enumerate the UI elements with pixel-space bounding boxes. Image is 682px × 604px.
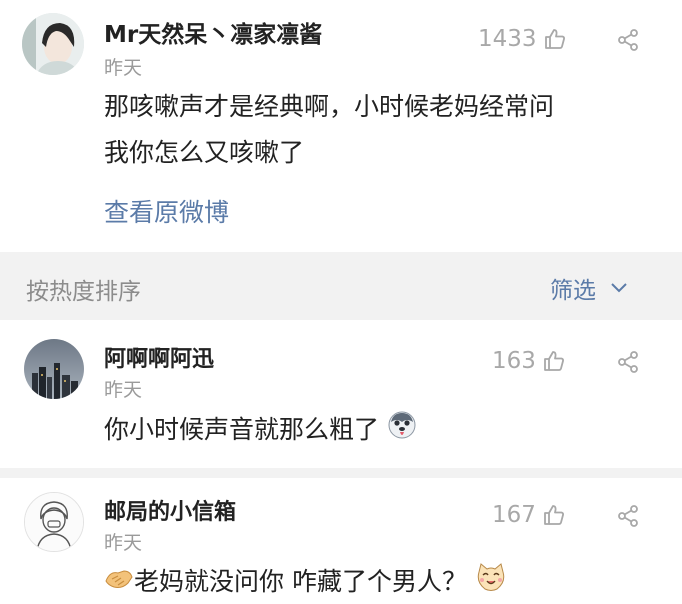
like-count: 163 <box>492 348 536 374</box>
avatar[interactable] <box>24 339 84 399</box>
original-post: Mr天然呆丶凛家凛酱 昨天 1433 那咳嗽声才是经典啊，小时候老妈经常问 我你… <box>0 0 682 252</box>
share-icon[interactable] <box>616 28 640 56</box>
like-count: 167 <box>492 502 536 528</box>
post-text-line: 那咳嗽声才是经典啊，小时候老妈经常问 <box>104 92 555 121</box>
comment-text: 老妈就没问你 咋藏了个男人？ <box>134 567 467 596</box>
comment-text: 你小时候声音就那么粗了 <box>104 415 380 444</box>
thumbs-up-icon <box>544 505 564 525</box>
avatar[interactable] <box>24 492 84 552</box>
share-icon[interactable] <box>616 350 640 378</box>
thumbs-up-icon <box>544 351 564 371</box>
comment-username[interactable]: 邮局的小信箱 <box>104 494 236 526</box>
chevron-down-icon <box>611 283 627 293</box>
sort-bar: 按热度排序 筛选 <box>0 252 682 320</box>
sort-by-popularity[interactable]: 按热度排序 <box>26 272 141 306</box>
post-text: 那咳嗽声才是经典啊，小时候老妈经常问 我你怎么又咳嗽了 <box>104 84 554 176</box>
comment-text-row: 你小时候声音就那么粗了 <box>104 410 417 452</box>
like-button[interactable]: 163 <box>492 348 566 374</box>
comment-time: 昨天 <box>104 379 143 401</box>
like-count: 1433 <box>478 26 537 52</box>
comment-text-row: 老妈就没问你 咋藏了个男人？ <box>104 562 507 604</box>
thumbs-up-icon <box>544 29 565 49</box>
divider <box>0 468 682 478</box>
filter-button[interactable]: 筛选 <box>550 271 628 305</box>
avatar[interactable] <box>22 13 84 75</box>
cat-emoji <box>475 562 507 604</box>
comment-time: 昨天 <box>104 532 143 554</box>
post-text-line: 我你怎么又咳嗽了 <box>104 138 305 167</box>
like-button[interactable]: 1433 <box>478 26 567 52</box>
filter-label: 筛选 <box>550 278 596 304</box>
husky-emoji <box>387 410 417 452</box>
post-time: 昨天 <box>104 57 143 79</box>
view-original-link[interactable]: 查看原微博 <box>104 193 229 229</box>
post-username[interactable]: Mr天然呆丶凛家凛酱 <box>104 15 322 49</box>
share-icon[interactable] <box>616 504 640 532</box>
handshake-emoji <box>104 563 134 603</box>
comment-item: 阿啊啊阿迅 昨天 163 你小时候声音就那么粗了 <box>0 320 682 468</box>
like-button[interactable]: 167 <box>492 502 566 528</box>
comment-item: 邮局的小信箱 昨天 167 老妈就没问你 咋藏了个男人？ <box>0 478 682 602</box>
comment-username[interactable]: 阿啊啊阿迅 <box>104 341 214 373</box>
